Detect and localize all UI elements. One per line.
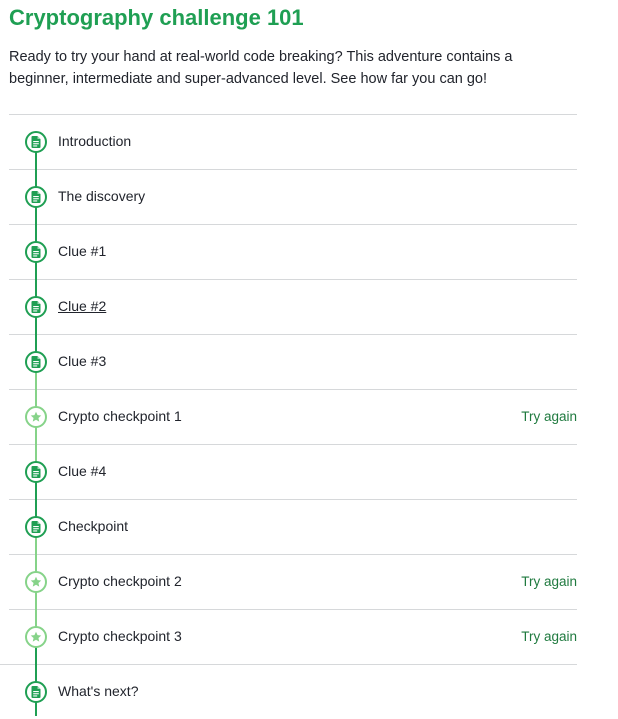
row-divider xyxy=(9,279,577,280)
timeline-connector xyxy=(35,279,37,297)
star-icon xyxy=(25,626,47,648)
lesson-item-checkpoint[interactable]: Checkpoint xyxy=(0,499,618,554)
row-divider xyxy=(9,224,577,225)
lesson-label[interactable]: What's next? xyxy=(58,682,139,700)
timeline-connector xyxy=(35,334,37,352)
row-divider xyxy=(9,609,577,610)
timeline-connector xyxy=(35,371,37,389)
timeline-connector xyxy=(35,316,37,334)
timeline-connector xyxy=(35,646,37,664)
timeline-connector xyxy=(35,444,37,462)
lesson-item-introduction[interactable]: Introduction xyxy=(0,114,618,169)
lesson-item-clue-4[interactable]: Clue #4 xyxy=(0,444,618,499)
timeline-connector xyxy=(35,609,37,627)
lesson-label[interactable]: Clue #4 xyxy=(58,462,106,480)
try-again-link[interactable]: Try again xyxy=(521,573,577,591)
lesson-label[interactable]: Clue #2 xyxy=(58,297,106,315)
article-icon xyxy=(25,516,47,538)
row-divider xyxy=(9,554,577,555)
star-icon xyxy=(25,571,47,593)
timeline-connector xyxy=(35,169,37,187)
row-divider xyxy=(9,389,577,390)
timeline-connector xyxy=(35,701,37,716)
timeline-connector xyxy=(35,151,37,169)
lesson-label[interactable]: Crypto checkpoint 1 xyxy=(58,407,182,425)
article-icon xyxy=(25,131,47,153)
challenge-description: Ready to try your hand at real-world cod… xyxy=(9,49,513,87)
timeline-connector xyxy=(35,426,37,444)
timeline-connector xyxy=(35,224,37,242)
lesson-list: Introduction The discovery Clue #1 Clue … xyxy=(0,114,618,719)
article-icon xyxy=(25,186,47,208)
lesson-item-the-discovery[interactable]: The discovery xyxy=(0,169,618,224)
article-icon xyxy=(25,241,47,263)
lesson-label[interactable]: Introduction xyxy=(58,132,131,150)
article-icon xyxy=(25,296,47,318)
lesson-item-whats-next[interactable]: What's next? xyxy=(0,664,618,719)
lesson-label[interactable]: Crypto checkpoint 2 xyxy=(58,572,182,590)
row-divider xyxy=(9,499,577,500)
timeline-connector xyxy=(35,499,37,517)
lesson-label[interactable]: Crypto checkpoint 3 xyxy=(58,627,182,645)
timeline-connector xyxy=(35,536,37,554)
lesson-item-crypto-checkpoint-2[interactable]: Crypto checkpoint 2 Try again xyxy=(0,554,618,609)
timeline-connector xyxy=(35,389,37,407)
timeline-connector xyxy=(35,554,37,572)
row-divider xyxy=(9,334,577,335)
lesson-item-clue-3[interactable]: Clue #3 xyxy=(0,334,618,389)
lesson-label[interactable]: Checkpoint xyxy=(58,517,128,535)
row-divider xyxy=(9,114,577,115)
article-icon xyxy=(25,461,47,483)
timeline-connector xyxy=(35,481,37,499)
lesson-label[interactable]: Clue #1 xyxy=(58,242,106,260)
timeline-connector xyxy=(35,591,37,609)
article-icon xyxy=(25,351,47,373)
page-title: Cryptography challenge 101 xyxy=(9,5,304,30)
timeline-connector xyxy=(35,664,37,682)
timeline-connector xyxy=(35,206,37,224)
try-again-link[interactable]: Try again xyxy=(521,408,577,426)
row-divider xyxy=(9,444,577,445)
lesson-item-clue-1[interactable]: Clue #1 xyxy=(0,224,618,279)
star-icon xyxy=(25,406,47,428)
article-icon xyxy=(25,681,47,703)
row-divider xyxy=(9,169,577,170)
lesson-item-crypto-checkpoint-1[interactable]: Crypto checkpoint 1 Try again xyxy=(0,389,618,444)
timeline-connector xyxy=(35,261,37,279)
try-again-link[interactable]: Try again xyxy=(521,628,577,646)
lesson-label[interactable]: Clue #3 xyxy=(58,352,106,370)
row-divider xyxy=(0,664,577,665)
lesson-item-clue-2[interactable]: Clue #2 xyxy=(0,279,618,334)
lesson-label[interactable]: The discovery xyxy=(58,187,145,205)
lesson-item-crypto-checkpoint-3[interactable]: Crypto checkpoint 3 Try again xyxy=(0,609,618,664)
